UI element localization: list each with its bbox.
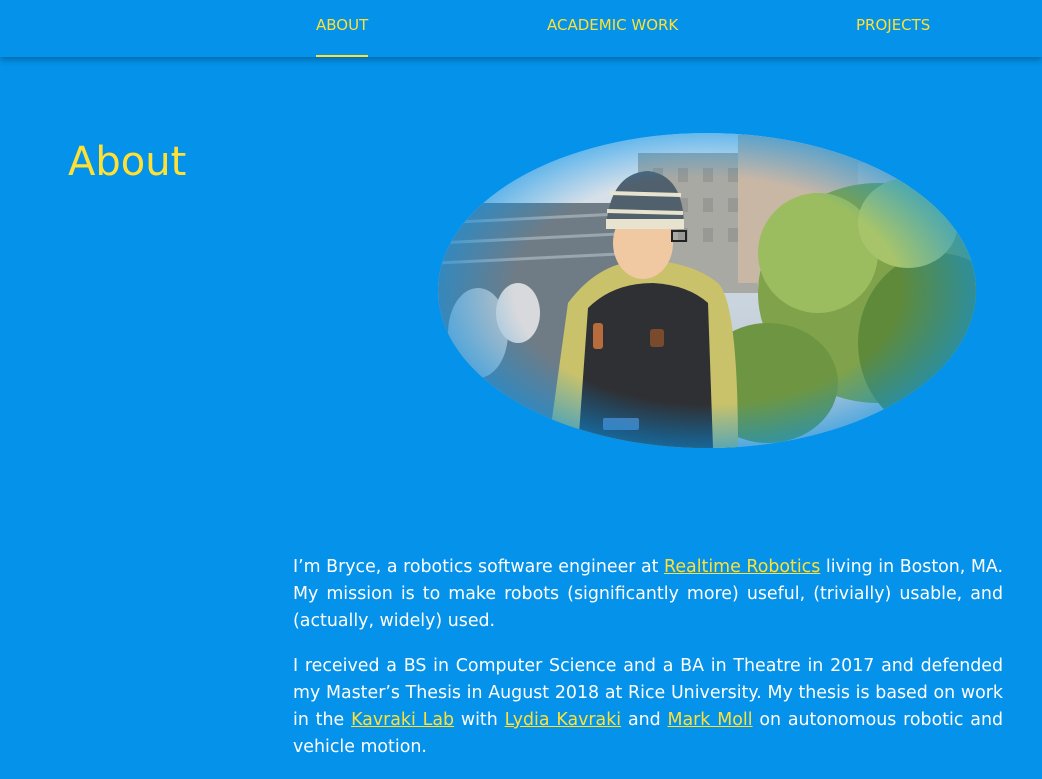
profile-photo [438,133,976,448]
nav-projects[interactable]: PROJECTS [856,0,930,57]
top-nav: ABOUT ACADEMIC WORK PROJECTS [0,0,1042,57]
bio-p2-text-2: with [454,710,505,730]
nav-academic-work[interactable]: ACADEMIC WORK [547,0,678,57]
bio-p1-text-1: I’m Bryce, a robotics software engineer … [293,557,665,577]
kavraki-lab-link[interactable]: Kavraki Lab [351,710,454,730]
mark-moll-link[interactable]: Mark Moll [668,710,753,730]
realtime-robotics-link[interactable]: Realtime Robotics [664,557,820,577]
nav-about[interactable]: ABOUT [316,0,369,57]
lydia-kavraki-link[interactable]: Lydia Kavraki [505,710,622,730]
bio-content: I’m Bryce, a robotics software engineer … [293,554,1003,779]
bio-p2-text-3: and [621,710,668,730]
page-title: About [68,139,187,185]
bio-paragraph-2: I received a BS in Computer Science and … [293,653,1003,761]
bio-paragraph-1: I’m Bryce, a robotics software engineer … [293,554,1003,635]
